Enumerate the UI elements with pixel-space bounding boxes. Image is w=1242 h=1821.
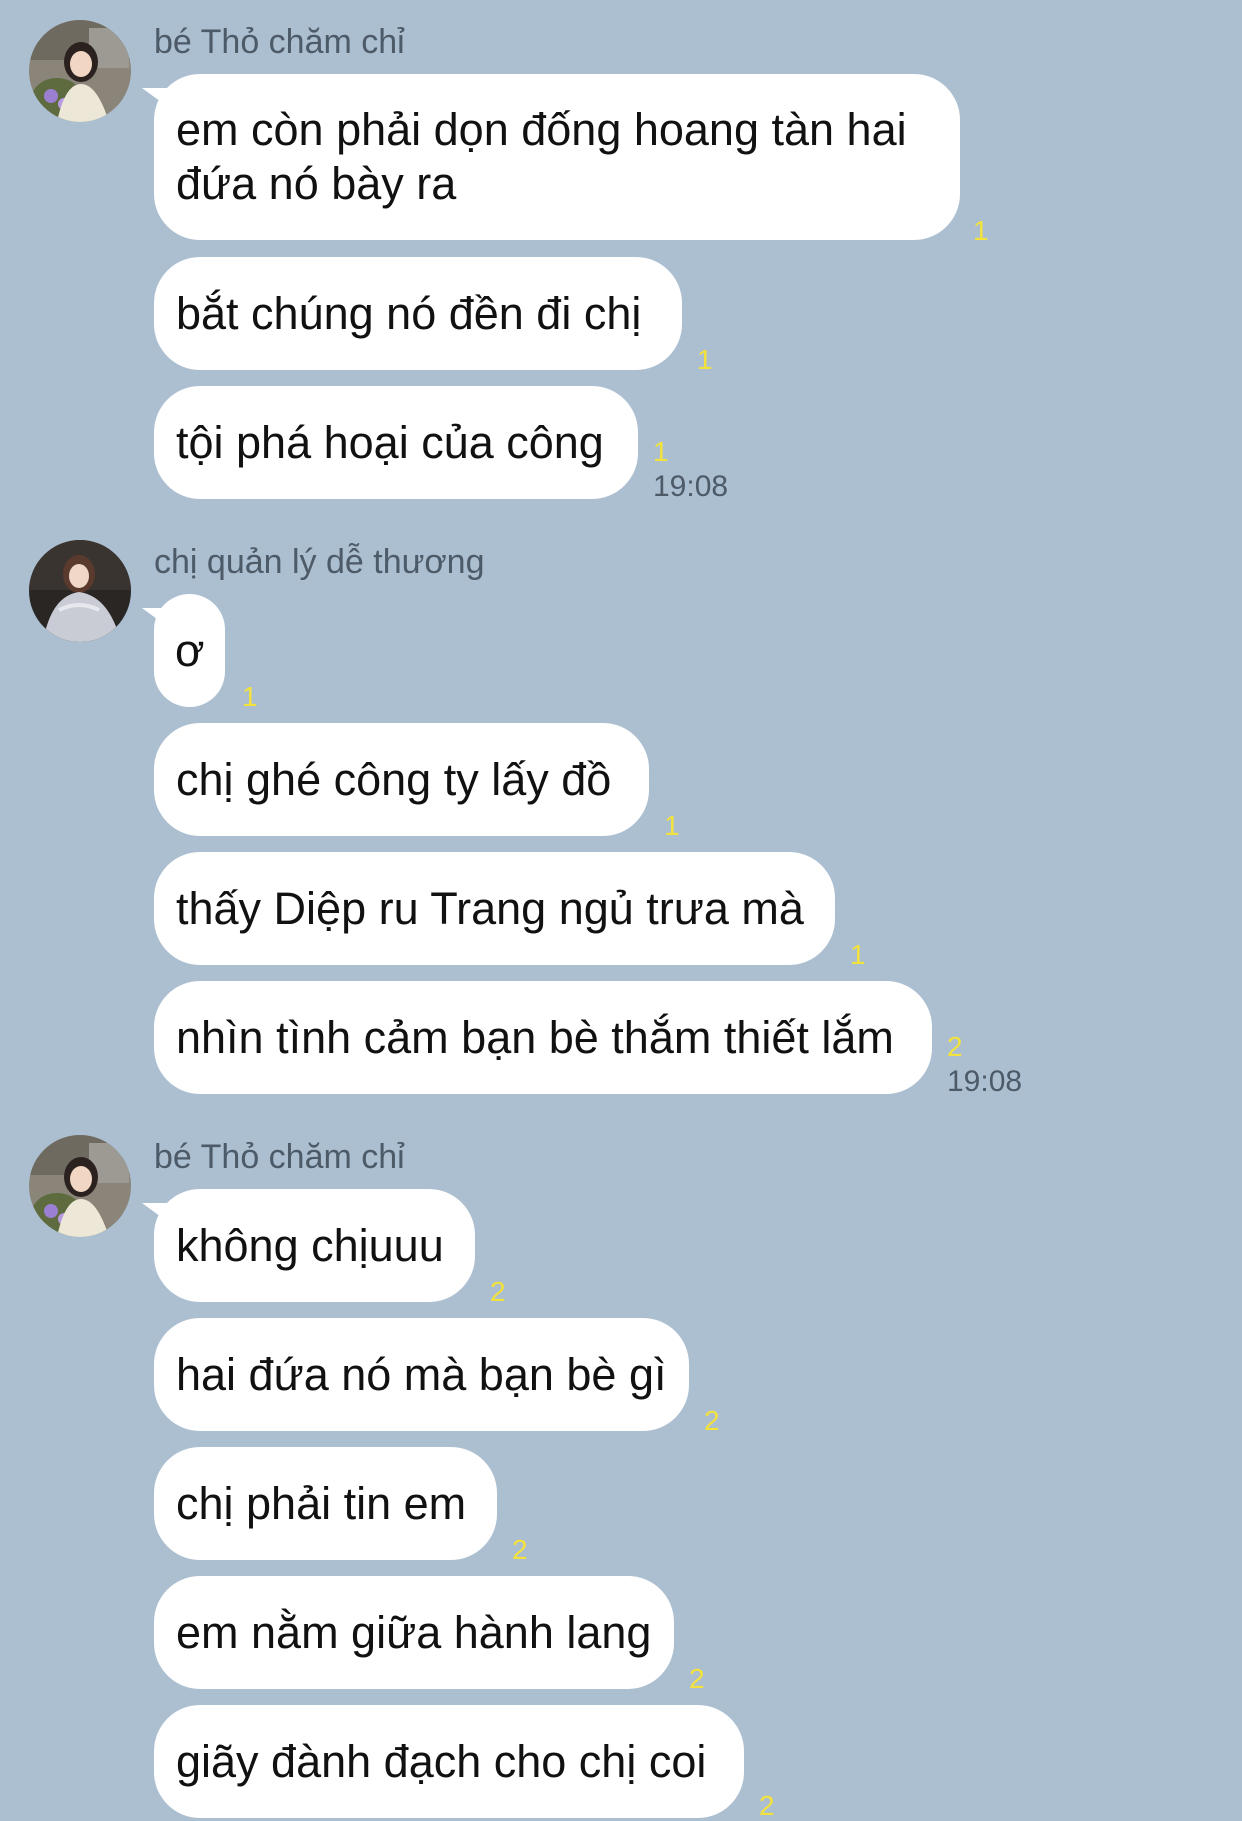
read-count: 1: [242, 681, 258, 712]
message-text: thấy Diệp ru Trang ngủ trưa mà: [176, 882, 804, 934]
sender-avatar[interactable]: [29, 1135, 131, 1237]
message-text: không chịuuu: [176, 1219, 444, 1271]
message-bubble[interactable]: em nằm giữa hành lang: [154, 1576, 674, 1689]
read-count: 2: [512, 1534, 528, 1565]
read-count: 2: [490, 1276, 506, 1307]
message-text: giãy đành đạch cho chị coi: [176, 1735, 707, 1787]
sender-avatar[interactable]: [29, 540, 131, 642]
read-count: 2: [759, 1790, 775, 1821]
read-count: 2: [704, 1405, 720, 1436]
message-timestamp: 19:08: [653, 470, 729, 503]
message-timestamp: 19:08: [947, 1065, 1023, 1098]
read-count: 1: [850, 939, 866, 970]
sender-name: bé Thỏ chăm chỉ: [154, 23, 405, 61]
message-text-line: em còn phải dọn đống hoang tàn hai: [176, 104, 907, 155]
message-bubble[interactable]: chị phải tin em: [154, 1447, 497, 1560]
read-count: 2: [689, 1663, 705, 1694]
message-bubble[interactable]: ơ: [154, 594, 225, 707]
message-bubble[interactable]: bắt chúng nó đền đi chị: [154, 257, 682, 370]
read-count: 1: [653, 436, 669, 467]
message-text: em nằm giữa hành lang: [176, 1606, 652, 1658]
message-bubble[interactable]: giãy đành đạch cho chị coi: [154, 1705, 744, 1818]
sender-avatar[interactable]: [29, 20, 131, 122]
profile-photo-avatar: [29, 20, 131, 122]
message-text: chị phải tin em: [176, 1477, 467, 1529]
read-count: 1: [664, 810, 680, 841]
sender-name: chị quản lý dễ thương: [154, 543, 485, 581]
read-count: 1: [697, 344, 713, 375]
message-text: bắt chúng nó đền đi chị: [176, 287, 642, 339]
message-bubble[interactable]: em còn phải dọn đống hoang tàn hai đứa n…: [154, 74, 960, 240]
message-bubble[interactable]: thấy Diệp ru Trang ngủ trưa mà: [154, 852, 835, 965]
message-text: ơ: [175, 624, 205, 676]
read-count: 1: [973, 215, 989, 246]
message-text: hai đứa nó mà bạn bè gì: [176, 1348, 667, 1400]
message-bubble[interactable]: tội phá hoại của công: [154, 386, 638, 499]
message-text: nhìn tình cảm bạn bè thắm thiết lắm: [176, 1011, 894, 1063]
message-text-line: đứa nó bày ra: [176, 158, 457, 209]
message-bubble[interactable]: hai đứa nó mà bạn bè gì: [154, 1318, 689, 1431]
message-bubble[interactable]: nhìn tình cảm bạn bè thắm thiết lắm: [154, 981, 932, 1094]
profile-photo-avatar: [29, 1135, 131, 1237]
message-bubble[interactable]: không chịuuu: [154, 1189, 475, 1302]
message-text: tội phá hoại của công: [176, 416, 604, 468]
sender-name: bé Thỏ chăm chỉ: [154, 1138, 405, 1176]
message-bubble[interactable]: chị ghé công ty lấy đồ: [154, 723, 649, 836]
read-count: 2: [947, 1031, 963, 1062]
message-text: chị ghé công ty lấy đồ: [176, 753, 612, 805]
profile-photo-avatar: [29, 540, 131, 642]
